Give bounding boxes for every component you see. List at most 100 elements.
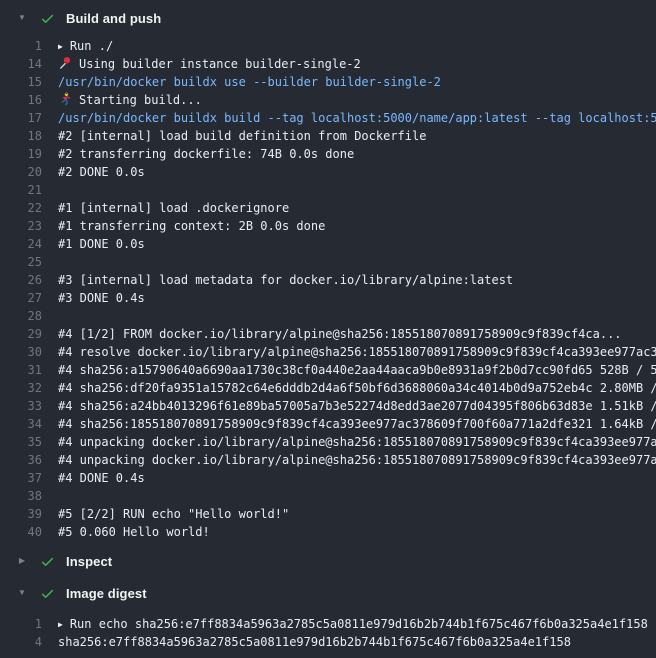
- pushpin-icon: [58, 56, 72, 70]
- log-text-content: #2 transferring dockerfile: 74B 0.0s don…: [58, 147, 354, 161]
- log-text-content: Run ./: [70, 39, 113, 53]
- log-text: #5 [2/2] RUN echo "Hello world!": [58, 505, 289, 523]
- log-text: #4 resolve docker.io/library/alpine@sha2…: [58, 343, 656, 361]
- log-line: 18#2 [internal] load build definition fr…: [0, 127, 656, 145]
- log-text-content: #1 DONE 0.0s: [58, 237, 145, 251]
- log-text-content: #4 unpacking docker.io/library/alpine@sh…: [58, 435, 656, 449]
- log-text-content: #4 [1/2] FROM docker.io/library/alpine@s…: [58, 327, 622, 341]
- section-title: Image digest: [66, 586, 147, 601]
- line-number[interactable]: 31: [0, 361, 42, 379]
- line-number[interactable]: 24: [0, 235, 42, 253]
- log-text-content: #5 [2/2] RUN echo "Hello world!": [58, 507, 289, 521]
- line-number[interactable]: 37: [0, 469, 42, 487]
- line-number[interactable]: 26: [0, 271, 42, 289]
- log-line: 15/usr/bin/docker buildx use --builder b…: [0, 73, 656, 91]
- log-line: 29 #4 [1/2] FROM docker.io/library/alpine…: [0, 325, 656, 343]
- log-text-content: #4 sha256:df20fa9351a15782c64e6dddb2d4a6…: [58, 381, 656, 395]
- log-text-content: #3 [internal] load metadata for docker.i…: [58, 273, 513, 287]
- log-text: #4 unpacking docker.io/library/alpine@sh…: [58, 451, 656, 469]
- log-text-content: #5 0.060 Hello world!: [58, 525, 210, 539]
- log-line: 20 #2 DONE 0.0s: [0, 163, 656, 181]
- log-text: #1 [internal] load .dockerignore: [58, 199, 289, 217]
- log-text: #3 DONE 0.4s: [58, 289, 145, 307]
- log-line: 26 #3 [internal] load metadata for docker…: [0, 271, 656, 289]
- line-number[interactable]: 4: [0, 633, 42, 651]
- log-line: 14 Using builder instance builder-single-…: [0, 55, 656, 73]
- log-line: 21: [0, 181, 656, 199]
- expand-run-icon[interactable]: ▶: [58, 38, 63, 55]
- line-number[interactable]: 16: [0, 91, 42, 109]
- log-text-content: #3 DONE 0.4s: [58, 291, 145, 305]
- log-sections: ▼Build and push1▶Run ./14Using builder i…: [0, 6, 656, 651]
- triangle-down-icon: ▼: [17, 13, 27, 23]
- line-number[interactable]: 1: [0, 37, 42, 55]
- line-number[interactable]: 22: [0, 199, 42, 217]
- line-number[interactable]: 28: [0, 307, 42, 325]
- line-number[interactable]: 40: [0, 523, 42, 541]
- log-text-content: #1 [internal] load .dockerignore: [58, 201, 289, 215]
- log-text: #4 sha256:a15790640a6690aa1730c38cf0a440…: [58, 361, 656, 379]
- line-number[interactable]: 32: [0, 379, 42, 397]
- log-text-content: #4 sha256:a15790640a6690aa1730c38cf0a440…: [58, 363, 656, 377]
- log-text-content: #4 resolve docker.io/library/alpine@sha2…: [58, 345, 656, 359]
- log-text-content: /usr/bin/docker buildx use --builder bui…: [58, 75, 441, 89]
- check-success-icon: [40, 586, 55, 601]
- log-line: 37 #4 DONE 0.4s: [0, 469, 656, 487]
- log-line: 33 #4 sha256:a24bb4013296f61e89ba57005a7b…: [0, 397, 656, 415]
- log-line: 30 #4 resolve docker.io/library/alpine@sh…: [0, 343, 656, 361]
- log-text-content: #4 DONE 0.4s: [58, 471, 145, 485]
- log-line: 22 #1 [internal] load .dockerignore: [0, 199, 656, 217]
- log-line: 35 #4 unpacking docker.io/library/alpine@…: [0, 433, 656, 451]
- log-line: 32 #4 sha256:df20fa9351a15782c64e6dddb2d4…: [0, 379, 656, 397]
- log-line: 31 #4 sha256:a15790640a6690aa1730c38cf0a4…: [0, 361, 656, 379]
- line-number[interactable]: 36: [0, 451, 42, 469]
- expand-run-icon[interactable]: ▶: [58, 616, 63, 633]
- line-number[interactable]: 14: [0, 55, 42, 73]
- line-number[interactable]: 39: [0, 505, 42, 523]
- log-text: #5 0.060 Hello world!: [58, 523, 210, 541]
- line-number[interactable]: 15: [0, 73, 42, 91]
- log-line: 24 #1 DONE 0.0s: [0, 235, 656, 253]
- line-number[interactable]: 27: [0, 289, 42, 307]
- line-number[interactable]: 20: [0, 163, 42, 181]
- log-text: #4 DONE 0.4s: [58, 469, 145, 487]
- log-command-text: /usr/bin/docker buildx build --tag local…: [58, 109, 656, 127]
- workflow-log-viewer: ▼Build and push1▶Run ./14Using builder i…: [0, 0, 656, 658]
- log-text-content: Run echo sha256:e7ff8834a5963a2785c5a081…: [70, 617, 648, 631]
- log-line: 36 #4 unpacking docker.io/library/alpine@…: [0, 451, 656, 469]
- log-text-content: #4 unpacking docker.io/library/alpine@sh…: [58, 453, 656, 467]
- log-text: #1 transferring context: 2B 0.0s done: [58, 217, 325, 235]
- log-text-content: #4 sha256:a24bb4013296f61e89ba57005a7b3e…: [58, 399, 656, 413]
- line-number[interactable]: 18: [0, 127, 42, 145]
- log-text-content: Using builder instance builder-single-2: [79, 57, 361, 71]
- log-text-content: #2 DONE 0.0s: [58, 165, 145, 179]
- line-number[interactable]: 38: [0, 487, 42, 505]
- line-number[interactable]: 29: [0, 325, 42, 343]
- line-number[interactable]: 25: [0, 253, 42, 271]
- log-group-build-and-push: 1 ▶ Run ./ 14 Using builder instance builder…: [0, 37, 656, 541]
- section-header-inspect[interactable]: ▶Inspect: [0, 549, 656, 573]
- triangle-down-icon: ▼: [17, 588, 27, 598]
- log-text: #4 sha256:a24bb4013296f61e89ba57005a7b3e…: [58, 397, 656, 415]
- line-number[interactable]: 19: [0, 145, 42, 163]
- log-line: 23 #1 transferring context: 2B 0.0s done: [0, 217, 656, 235]
- line-number[interactable]: 33: [0, 397, 42, 415]
- log-line: 39 #5 [2/2] RUN echo "Hello world!": [0, 505, 656, 523]
- log-line: 16Starting build...: [0, 91, 656, 109]
- log-text: #4 [1/2] FROM docker.io/library/alpine@s…: [58, 325, 622, 343]
- log-text-content: /usr/bin/docker buildx build --tag local…: [58, 111, 656, 125]
- log-line: 4sha256:e7ff8834a5963a2785c5a0811e979d16…: [0, 633, 656, 651]
- line-number[interactable]: 30: [0, 343, 42, 361]
- log-text: ▶ Run echo sha256:e7ff8834a5963a2785c5a08…: [58, 615, 648, 633]
- section-header-build-and-push[interactable]: ▼ Build and push: [0, 6, 656, 30]
- log-text: #1 DONE 0.0s: [58, 235, 145, 253]
- line-number[interactable]: 35: [0, 433, 42, 451]
- line-number[interactable]: 17: [0, 109, 42, 127]
- line-number[interactable]: 1: [0, 615, 42, 633]
- section-title: Build and push: [66, 11, 161, 26]
- log-line: 38: [0, 487, 656, 505]
- line-number[interactable]: 21: [0, 181, 42, 199]
- line-number[interactable]: 34: [0, 415, 42, 433]
- section-header-image-digest[interactable]: ▼ Image digest: [0, 581, 656, 605]
- line-number[interactable]: 23: [0, 217, 42, 235]
